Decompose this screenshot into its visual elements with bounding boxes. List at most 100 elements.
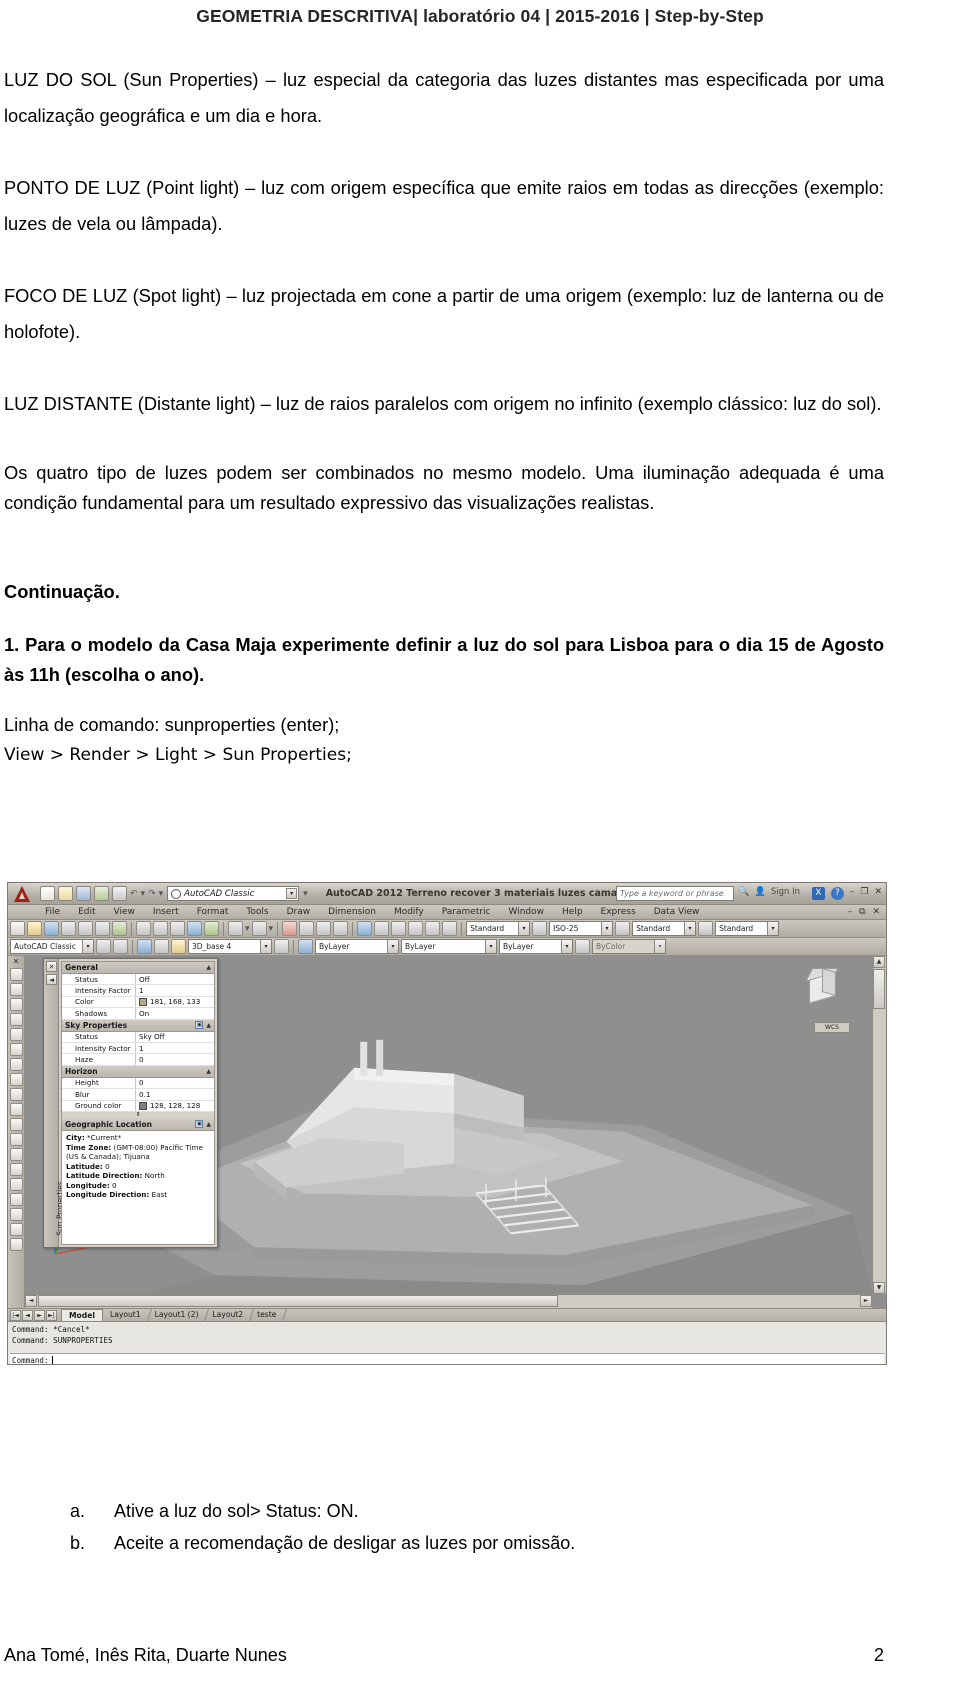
- preview-icon[interactable]: ▣: [195, 1021, 204, 1030]
- tab-layout1-2[interactable]: Layout1 (2): [148, 1309, 210, 1321]
- tab-layout1[interactable]: Layout1: [103, 1309, 152, 1321]
- chevron-down-icon[interactable]: ▾: [387, 940, 398, 953]
- menu-item-window[interactable]: Window: [500, 907, 554, 917]
- properties-palette-icon[interactable]: [357, 921, 373, 936]
- tool-palettes-icon[interactable]: [391, 921, 407, 936]
- scroll-up-icon[interactable]: ▲: [873, 956, 885, 968]
- menu-item-edit[interactable]: Edit: [69, 907, 104, 917]
- menu-item-view[interactable]: View: [105, 907, 144, 917]
- sheetset-icon[interactable]: [112, 921, 127, 936]
- zoom-window-icon[interactable]: [316, 921, 332, 936]
- property-value[interactable]: Sky Off: [136, 1032, 214, 1042]
- section-header-geographic-location[interactable]: Geographic Location ▣ ▲: [62, 1118, 214, 1131]
- next-tab-icon[interactable]: ►: [34, 1309, 45, 1321]
- menu-item-format[interactable]: Format: [188, 907, 238, 917]
- gradient-icon[interactable]: [9, 1193, 23, 1206]
- section-header-sky-properties[interactable]: Sky Properties ▣ ▲: [62, 1019, 214, 1032]
- view-cube[interactable]: [802, 966, 844, 1008]
- lock-ui-icon[interactable]: [113, 939, 128, 954]
- chevron-down-icon[interactable]: ▾: [286, 888, 298, 899]
- scroll-right-icon[interactable]: ►: [860, 1295, 872, 1307]
- color-control-icon[interactable]: [298, 939, 313, 954]
- zoom-realtime-icon[interactable]: [299, 921, 315, 936]
- user-icon[interactable]: 👤: [755, 887, 766, 897]
- region-icon[interactable]: [9, 1208, 23, 1221]
- chevron-down-icon[interactable]: ▾: [561, 940, 572, 953]
- menu-item-draw[interactable]: Draw: [278, 907, 320, 917]
- autocad-logo-icon[interactable]: [10, 884, 38, 904]
- layer-properties-icon[interactable]: [137, 939, 152, 954]
- circle-icon[interactable]: [9, 1058, 23, 1071]
- chevron-down-icon[interactable]: ▾: [485, 940, 496, 953]
- menu-item-data-view[interactable]: Data View: [645, 907, 709, 917]
- qat-overflow-icon[interactable]: ▾: [303, 889, 308, 899]
- markup-manager-icon[interactable]: [425, 921, 441, 936]
- workspace-combo-2[interactable]: AutoCAD Classic ▾: [10, 939, 94, 954]
- sun-properties-palette[interactable]: ✕ ◄ Sun Properties General ▲ Status Off: [43, 958, 218, 1248]
- help-tool-icon[interactable]: [442, 921, 458, 936]
- command-input[interactable]: Command:: [10, 1353, 884, 1364]
- property-row[interactable]: Height 0: [62, 1077, 214, 1090]
- zoom-previous-icon[interactable]: [333, 921, 349, 936]
- menu-item-tools[interactable]: Tools: [237, 907, 277, 917]
- scroll-left-icon[interactable]: ◄: [25, 1295, 37, 1307]
- chevron-down-icon[interactable]: ▾: [245, 924, 250, 934]
- lineweight-combo[interactable]: ByLayer ▾: [499, 939, 573, 954]
- palette-splitter[interactable]: ⬍: [62, 1111, 214, 1119]
- match-properties-icon[interactable]: [187, 921, 202, 936]
- publish-icon[interactable]: [61, 921, 76, 936]
- table-style-icon[interactable]: [698, 921, 714, 936]
- revision-cloud-icon[interactable]: [9, 1073, 23, 1086]
- prev-tab-icon[interactable]: ◄: [22, 1309, 33, 1321]
- menu-item-dimension[interactable]: Dimension: [319, 907, 385, 917]
- set-location-icon[interactable]: ▣: [195, 1120, 204, 1129]
- arc-icon[interactable]: [9, 1043, 23, 1056]
- chevron-down-icon[interactable]: ▾: [159, 889, 164, 899]
- open-icon[interactable]: [58, 886, 73, 901]
- chevron-down-icon[interactable]: ▾: [684, 922, 696, 935]
- property-value[interactable]: 0: [136, 1078, 214, 1088]
- chevron-up-icon[interactable]: ▲: [206, 1022, 211, 1029]
- print-icon[interactable]: [112, 886, 127, 901]
- multiline-text-icon[interactable]: [9, 1238, 23, 1251]
- save-as-icon[interactable]: [94, 886, 109, 901]
- property-row[interactable]: Blur 0.1: [62, 1089, 214, 1101]
- palette-title-bar[interactable]: ✕ ◄ Sun Properties: [44, 959, 65, 1247]
- property-value[interactable]: 0.1: [136, 1089, 214, 1099]
- last-tab-icon[interactable]: ►|: [46, 1309, 57, 1321]
- save-tool-icon[interactable]: [44, 921, 59, 936]
- section-header-general[interactable]: General ▲: [62, 962, 214, 974]
- chevron-down-icon[interactable]: ▾: [260, 940, 271, 953]
- property-row[interactable]: Status Off: [62, 974, 214, 986]
- hatch-icon[interactable]: [9, 1178, 23, 1191]
- menu-item-express[interactable]: Express: [592, 907, 645, 917]
- workspace-selector[interactable]: AutoCAD Classic ▾: [167, 886, 300, 901]
- chevron-down-icon[interactable]: ▾: [82, 940, 93, 953]
- dimstyle-manager-icon[interactable]: [532, 921, 548, 936]
- polygon-icon[interactable]: [9, 1013, 23, 1026]
- property-value[interactable]: 0: [136, 1054, 214, 1064]
- menu-item-modify[interactable]: Modify: [385, 907, 433, 917]
- tab-navigation[interactable]: |◄ ◄ ► ►|: [10, 1309, 57, 1321]
- property-value[interactable]: 181, 168, 133: [136, 997, 214, 1007]
- layer-previous-icon[interactable]: [154, 939, 169, 954]
- point-icon[interactable]: [9, 1163, 23, 1176]
- menu-item-insert[interactable]: Insert: [144, 907, 188, 917]
- chevron-down-icon[interactable]: ▾: [601, 922, 613, 935]
- redo-tool-icon[interactable]: [251, 921, 267, 936]
- chevron-up-icon[interactable]: ▲: [206, 964, 211, 971]
- scroll-thumb[interactable]: [873, 969, 885, 1009]
- scroll-down-icon[interactable]: ▼: [873, 1282, 885, 1294]
- layer-combo[interactable]: ByLayer ▾: [315, 939, 399, 954]
- plot-style-icon[interactable]: [575, 939, 590, 954]
- chevron-down-icon[interactable]: ▾: [141, 889, 146, 899]
- dimstyle-combo[interactable]: Standard ▾: [466, 921, 531, 936]
- auto-hide-icon[interactable]: ◄: [46, 974, 57, 985]
- close-button[interactable]: ✕: [874, 887, 882, 900]
- rectangle-icon[interactable]: [9, 1028, 23, 1041]
- insert-block-icon[interactable]: [9, 1133, 23, 1146]
- property-value[interactable]: On: [136, 1008, 214, 1018]
- property-row[interactable]: Color 181, 168, 133: [62, 996, 214, 1009]
- layer-state-icon[interactable]: [171, 939, 186, 954]
- ellipse-arc-icon[interactable]: [9, 1118, 23, 1131]
